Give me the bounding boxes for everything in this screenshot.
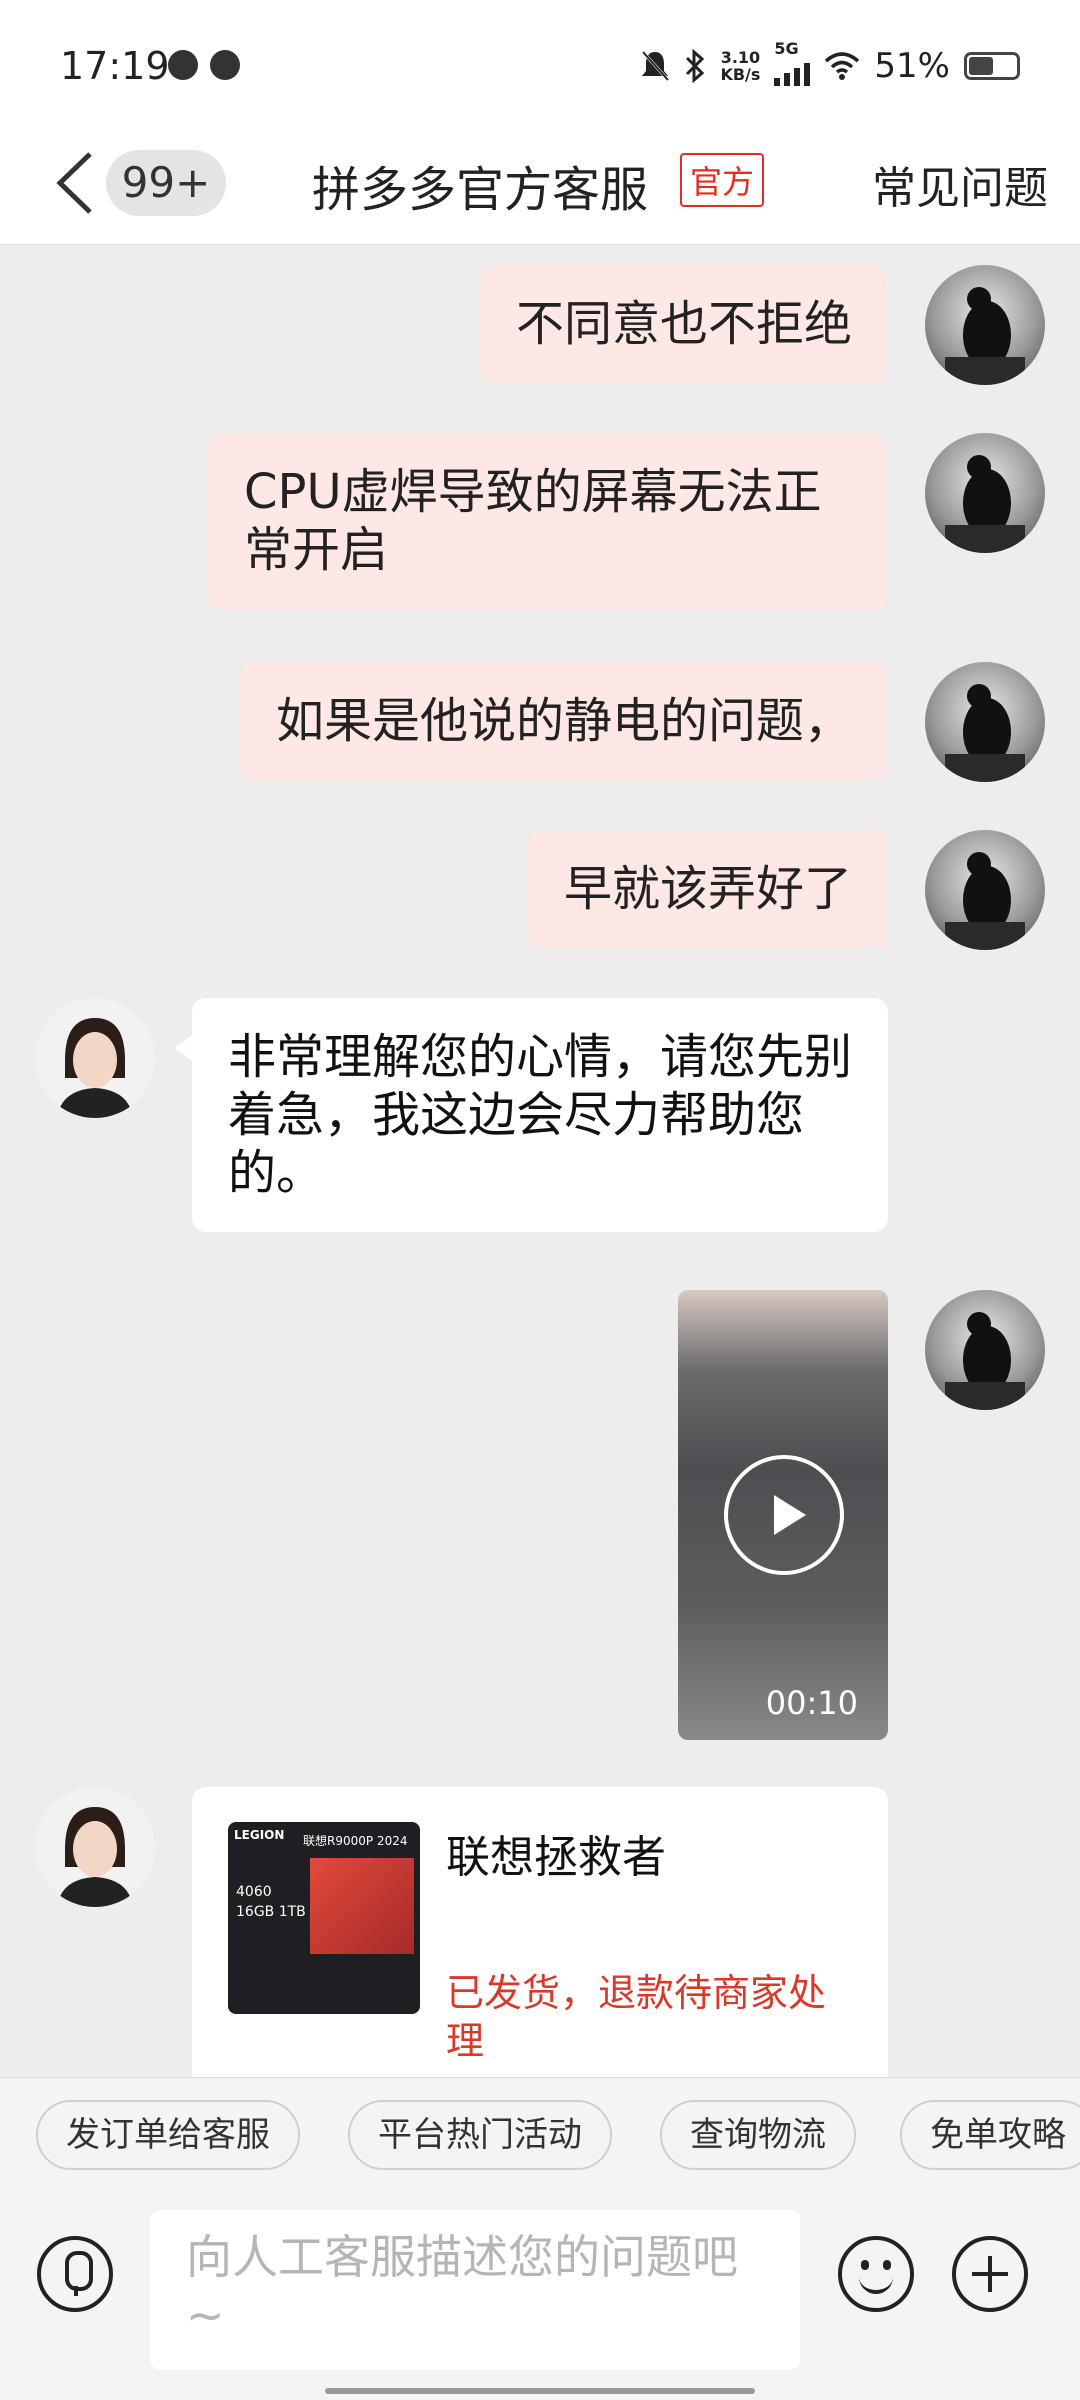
user-avatar[interactable] (925, 830, 1045, 950)
home-indicator[interactable] (325, 2388, 755, 2394)
unread-count-badge[interactable]: 99+ (106, 150, 226, 216)
location-icon (168, 50, 198, 80)
user-avatar[interactable] (925, 265, 1045, 385)
message-input-box[interactable] (150, 2210, 800, 2370)
cell-signal-icon: 5G (774, 40, 811, 86)
timer-icon (210, 50, 240, 80)
network-speed: 3.10 KB/s (720, 48, 761, 84)
bluetooth-icon (686, 49, 705, 83)
mute-bell-icon (642, 51, 670, 81)
status-time: 17:19 (60, 44, 170, 88)
message-list[interactable]: 不同意也不拒绝 CPU虚焊导致的屏幕无法正常开启 如果是他说的静电的问题， 早就… (0, 245, 1080, 2077)
input-bar (0, 2197, 1080, 2400)
faq-button[interactable]: 常见问题 (872, 152, 1048, 216)
video-message[interactable]: 00:10 (678, 1290, 888, 1740)
product-thumbnail[interactable]: LEGION 联想R9000P 2024 4060 16GB 1TB (228, 1822, 420, 2014)
status-icons: 3.10 KB/s 5G 51% (640, 40, 1020, 86)
order-card[interactable]: LEGION 联想R9000P 2024 4060 16GB 1TB 联想拯救者… (192, 1787, 888, 2077)
user-avatar[interactable] (925, 433, 1045, 553)
agent-avatar[interactable] (35, 998, 155, 1118)
message-bubble-incoming[interactable]: 非常理解您的心情，请您先别着急，我这边会尽力帮助您的。 (174, 998, 888, 1232)
message-bubble-outgoing[interactable]: 早就该弄好了 (527, 830, 888, 948)
user-avatar[interactable] (925, 1290, 1045, 1410)
video-duration: 00:10 (765, 1684, 858, 1722)
message-bubble-outgoing[interactable]: 不同意也不拒绝 (479, 265, 888, 383)
page-title: 拼多多官方客服 (312, 162, 649, 218)
back-arrow-icon[interactable] (50, 148, 110, 218)
quick-reply-send-order[interactable]: 发订单给客服 (36, 2100, 300, 2170)
quick-reply-bar: 发订单给客服 平台热门活动 查询物流 免单攻略 (0, 2077, 1080, 2197)
battery-icon (964, 52, 1020, 80)
official-tag: 官方 (680, 153, 765, 207)
plus-icon[interactable] (952, 2236, 1028, 2312)
quick-reply-free-order-guide[interactable]: 免单攻略 (900, 2100, 1080, 2170)
quick-reply-track-logistics[interactable]: 查询物流 (660, 2100, 856, 2170)
quick-reply-hot-events[interactable]: 平台热门活动 (348, 2100, 612, 2170)
chat-header: 99+ 拼多多官方客服 官方 常见问题 (0, 120, 1080, 245)
agent-avatar[interactable] (35, 1787, 155, 1907)
play-icon[interactable] (724, 1455, 844, 1575)
message-bubble-outgoing[interactable]: 如果是他说的静电的问题， (239, 662, 888, 780)
user-avatar[interactable] (925, 662, 1045, 782)
message-bubble-outgoing[interactable]: CPU虚焊导致的屏幕无法正常开启 (208, 433, 888, 609)
wifi-icon (825, 52, 860, 80)
order-status: 已发货，退款待商家处理 (446, 1971, 827, 2063)
battery-percent: 51% (874, 46, 950, 86)
product-name: 联想拯救者 (446, 1832, 666, 1883)
message-input[interactable] (150, 2210, 800, 2370)
mic-icon[interactable] (37, 2236, 113, 2312)
emoji-icon[interactable] (838, 2236, 914, 2312)
status-bar: 17:19 3.10 KB/s 5G 51% (0, 0, 1080, 120)
